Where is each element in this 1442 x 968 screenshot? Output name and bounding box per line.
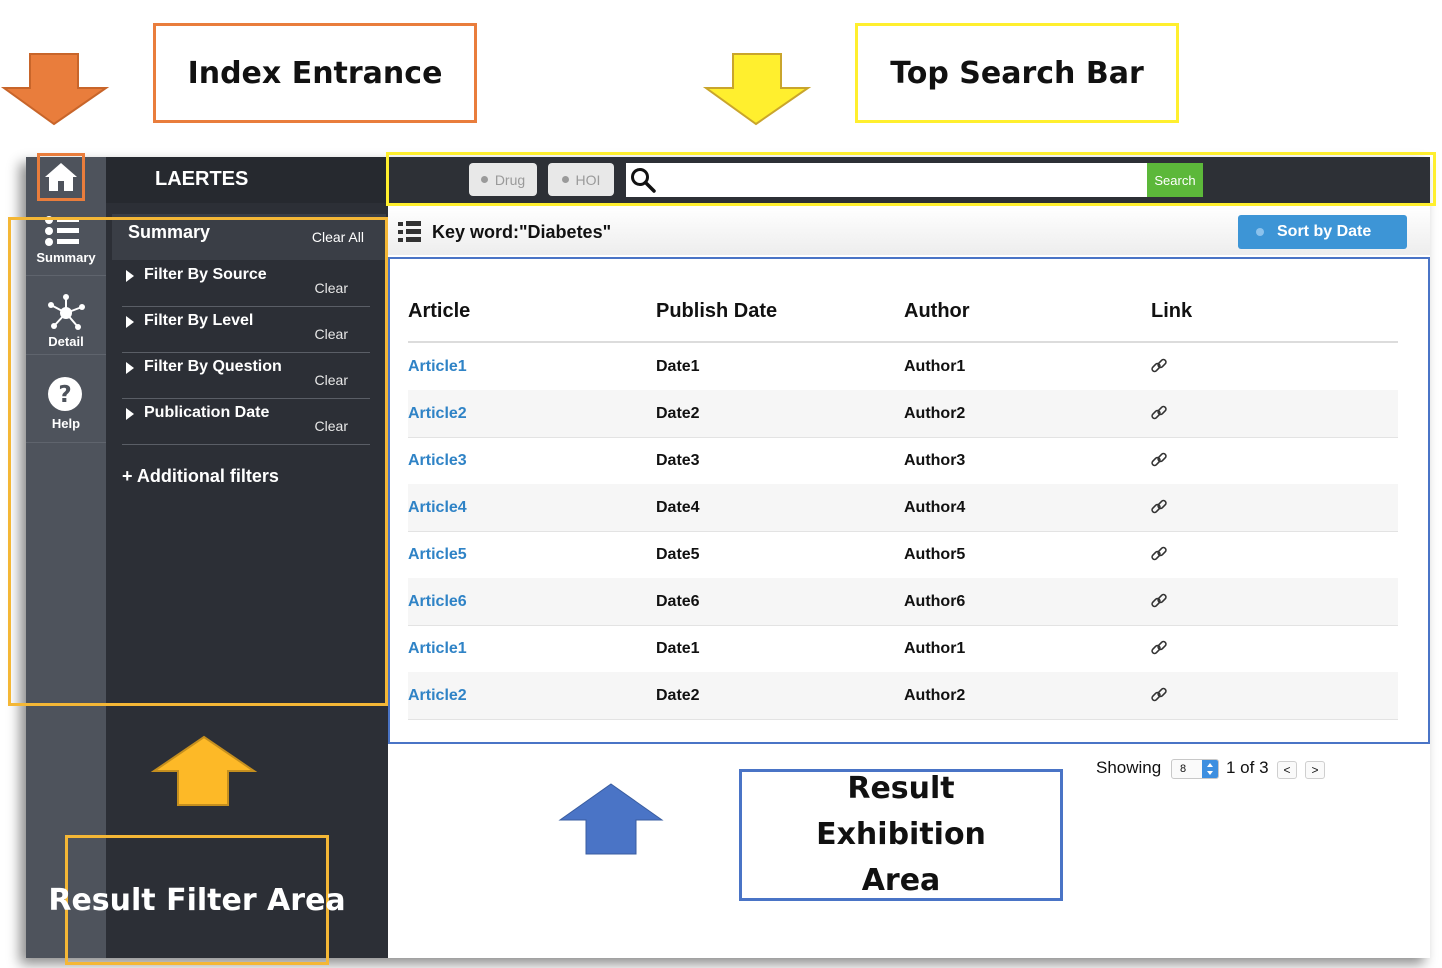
prev-page-button[interactable]: < [1277,761,1297,779]
search-button[interactable]: Search [1147,163,1203,197]
author: Author3 [904,452,966,469]
orange-down-arrow-icon [0,53,110,126]
link-icon[interactable] [1150,545,1168,563]
search-field[interactable] [626,163,1148,197]
table-row: Article1 Date1 Author1 [408,343,1398,391]
select-stepper-icon [1202,760,1218,778]
publish-date: Date6 [656,593,700,610]
article-link[interactable]: Article5 [408,546,467,564]
yellow-down-arrow-icon [702,53,812,126]
publish-date: Date1 [656,640,700,657]
drug-toggle[interactable]: Drug [469,163,537,196]
hoi-toggle-label: HOI [575,171,601,188]
publish-date: Date1 [656,358,700,375]
article-link[interactable]: Article1 [408,640,467,658]
result-filter-area-annotation: Result Filter Area [48,835,346,965]
result-exhibition-area-annotation: Result Exhibition Area [739,769,1063,901]
table-row: Article1 Date1 Author1 [408,625,1398,673]
column-header-author[interactable]: Author [904,300,970,323]
author: Author6 [904,593,966,610]
table-row: Article6 Date6 Author6 [408,578,1398,626]
blue-up-arrow-icon [558,783,664,855]
author: Author1 [904,640,966,657]
next-page-button[interactable]: > [1305,761,1325,779]
author: Author2 [904,687,966,704]
table-row: Article3 Date3 Author3 [408,437,1398,485]
page-info: 1 of 3 [1226,758,1269,777]
author: Author1 [904,358,966,375]
author: Author2 [904,405,966,422]
article-link[interactable]: Article2 [408,687,467,705]
author: Author4 [904,499,966,516]
top-search-bar-annotation: Top Search Bar [855,23,1179,123]
link-icon[interactable] [1150,686,1168,704]
publish-date: Date5 [656,546,700,563]
hoi-toggle[interactable]: HOI [548,163,614,196]
link-icon[interactable] [1150,498,1168,516]
drug-toggle-label: Drug [494,171,526,188]
publish-date: Date2 [656,687,700,704]
link-icon[interactable] [1150,357,1168,375]
article-link[interactable]: Article2 [408,405,467,423]
link-icon[interactable] [1150,592,1168,610]
column-header-publish-date[interactable]: Publish Date [656,300,777,323]
publish-date: Date4 [656,499,700,516]
article-link[interactable]: Article1 [408,358,467,376]
home-icon [45,163,77,191]
table-row: Article4 Date4 Author4 [408,484,1398,532]
article-link[interactable]: Article3 [408,452,467,470]
table-row: Article5 Date5 Author5 [408,531,1398,579]
search-icon [631,168,656,193]
table-row: Article2 Date2 Author2 [408,672,1398,720]
author: Author5 [904,546,966,563]
task-list-icon [398,221,421,242]
sort-dot-icon [1256,228,1264,236]
keyword-label: Key word:"Diabetes" [432,222,612,242]
app-title: LAERTES [155,168,249,190]
search-input[interactable] [662,167,1136,193]
index-entrance-annotation: Index Entrance [153,23,477,123]
publish-date: Date3 [656,452,700,469]
sort-label: Sort by Date [1277,223,1372,240]
result-filter-area-outline [8,217,388,706]
link-icon[interactable] [1150,404,1168,422]
home-button[interactable] [37,153,85,201]
page-size-select[interactable]: 8 [1171,759,1219,779]
article-link[interactable]: Article6 [408,593,467,611]
toggle-dot-icon [480,176,488,183]
column-header-link: Link [1151,300,1193,322]
article-link[interactable]: Article4 [408,499,467,517]
sort-by-date-button[interactable]: Sort by Date [1238,215,1407,249]
link-icon[interactable] [1150,639,1168,657]
publish-date: Date2 [656,405,700,422]
link-icon[interactable] [1150,451,1168,469]
column-header-article[interactable]: Article [408,300,470,323]
page-size-value: 8 [1180,763,1187,775]
gold-up-arrow-icon [150,735,258,806]
table-row: Article2 Date2 Author2 [408,390,1398,438]
showing-label: Showing [1096,758,1162,777]
toggle-dot-icon [561,176,569,183]
